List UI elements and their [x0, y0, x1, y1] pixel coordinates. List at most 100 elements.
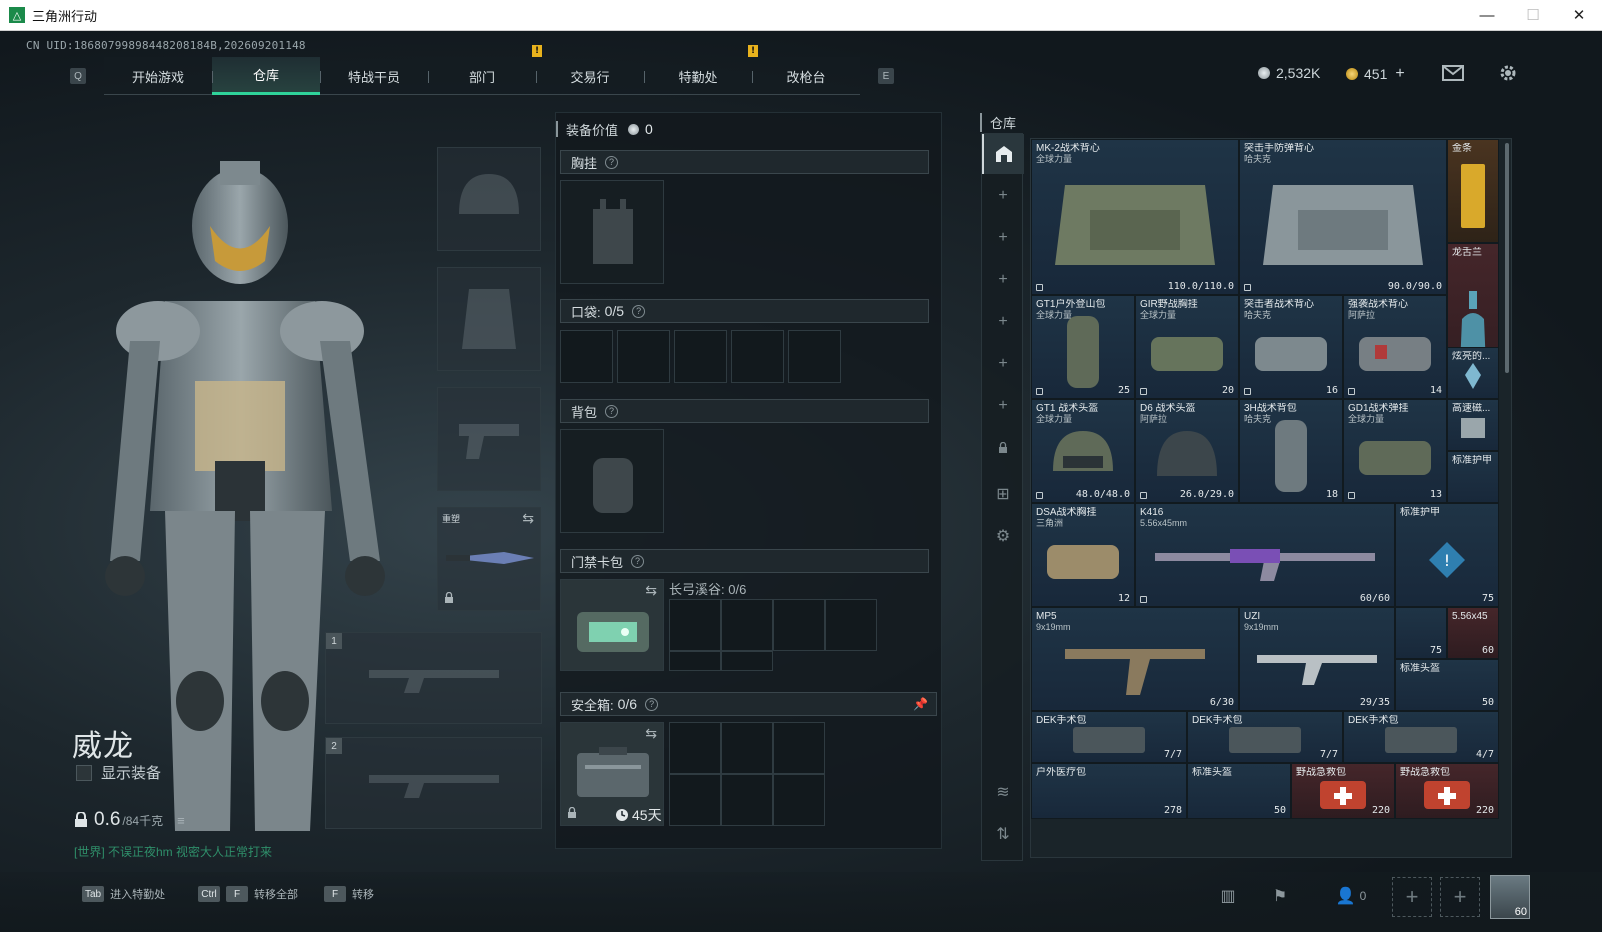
pocket-slot[interactable] — [731, 330, 784, 383]
hint-transfer-all[interactable]: Ctrl F 转移全部 — [198, 886, 298, 902]
tab-special-ops[interactable]: 特勤处 ! — [644, 45, 758, 95]
tab-gunsmith[interactable]: 改枪台 — [752, 57, 860, 95]
warehouse-item[interactable]: 标准护甲 — [1447, 451, 1499, 503]
keycard-pack-slot[interactable]: ⇆ — [560, 579, 664, 671]
primary-weapon-slot-1[interactable]: 1 — [325, 632, 542, 724]
warehouse-item[interactable]: 强袭战术背心 阿萨拉 14 — [1343, 295, 1447, 399]
pocket-slot[interactable] — [560, 330, 613, 383]
hint-transfer[interactable]: F 转移 — [324, 886, 374, 902]
squad-invite-slot[interactable]: + — [1392, 877, 1432, 917]
warehouse-item[interactable]: 突击手防弹背心 哈夫克 90.0/90.0 — [1239, 139, 1447, 295]
warehouse-item[interactable]: MP5 9x19mm 6/30 — [1031, 607, 1239, 711]
tab-warehouse[interactable]: 仓库 — [212, 57, 320, 95]
warehouse-item[interactable]: 标准头盔 50 — [1395, 659, 1499, 711]
warehouse-add-tab[interactable]: + — [982, 218, 1024, 258]
warehouse-item[interactable]: DEK手术包 4/7 — [1343, 711, 1499, 763]
world-chat-line[interactable]: [世界] 不误正夜hm 视密大人正常打来 — [74, 843, 272, 860]
nav-next-key[interactable]: E — [878, 68, 894, 84]
maximize-button[interactable]: ☐ — [1510, 0, 1556, 31]
pistol-slot[interactable] — [437, 387, 541, 491]
warehouse-settings-icon[interactable]: ⚙ — [982, 516, 1024, 556]
warehouse-item[interactable]: GIR野战胸挂 全球力量 20 — [1135, 295, 1239, 399]
layers-icon[interactable]: ≋ — [982, 772, 1024, 812]
close-button[interactable]: ✕ — [1556, 0, 1602, 31]
melee-swap-icon[interactable]: ⇆ — [522, 510, 534, 527]
flag-icon[interactable]: ⚑ — [1268, 884, 1292, 908]
safe-box-cell[interactable] — [773, 722, 825, 774]
weight-list-icon[interactable]: ≡ — [177, 813, 185, 828]
settings-gear-icon[interactable] — [1496, 61, 1520, 85]
pocket-slot[interactable] — [674, 330, 727, 383]
chest-rig-help-icon[interactable]: ? — [605, 155, 619, 169]
backpack-help-icon[interactable]: ? — [605, 404, 619, 418]
warehouse-locked-tab[interactable] — [982, 428, 1024, 468]
warehouse-item[interactable]: 野战急救包 220 — [1291, 763, 1395, 819]
pin-icon[interactable]: 📌 — [913, 697, 928, 711]
safe-box-cell[interactable] — [773, 774, 825, 826]
tab-operators[interactable]: 特战干员 — [320, 57, 428, 95]
warehouse-item[interactable]: DEK手术包 7/7 — [1031, 711, 1187, 763]
sort-icon[interactable]: ⇅ — [982, 814, 1024, 854]
primary-weapon-slot-2[interactable]: 2 — [325, 737, 542, 829]
warehouse-item[interactable]: DSA战术胸挂 三角洲 12 — [1031, 503, 1135, 607]
warehouse-item[interactable]: MK-2战术背心 全球力量 110.0/110.0 — [1031, 139, 1239, 295]
warehouse-add-tab[interactable]: + — [982, 176, 1024, 216]
warehouse-item[interactable]: 突击者战术背心 哈夫克 16 — [1239, 295, 1343, 399]
warehouse-item[interactable]: GT1户外登山包 全球力量 25 — [1031, 295, 1135, 399]
helmet-slot[interactable] — [437, 147, 541, 251]
warehouse-item[interactable]: 5.56x45 60 — [1447, 607, 1499, 659]
warehouse-item[interactable]: GD1战术弹挂 全球力量 13 — [1343, 399, 1447, 503]
warehouse-item[interactable]: D6 战术头盔 阿萨拉 26.0/29.0 — [1135, 399, 1239, 503]
show-equipment-toggle[interactable]: 显示装备 — [76, 762, 161, 783]
warehouse-item[interactable]: 3H战术背包 哈夫克 18 — [1239, 399, 1343, 503]
minimize-button[interactable]: — — [1464, 0, 1510, 31]
armor-slot[interactable] — [437, 267, 541, 371]
mail-icon[interactable] — [1441, 61, 1465, 85]
keycard-slot[interactable] — [721, 599, 773, 651]
warehouse-item[interactable]: UZI 9x19mm 29/35 — [1239, 607, 1395, 711]
keycard-slot[interactable] — [669, 599, 721, 651]
tab-market[interactable]: 交易行 — [536, 57, 644, 95]
show-equipment-checkbox[interactable] — [76, 764, 92, 781]
keycard-slot[interactable] — [773, 599, 825, 651]
warehouse-all-tab[interactable] — [982, 134, 1024, 174]
safe-box-swap-icon[interactable]: ⇆ — [645, 725, 657, 742]
warehouse-item[interactable]: 标准护甲 ! 75 — [1395, 503, 1499, 607]
player-avatar[interactable]: 60 — [1490, 875, 1530, 919]
warehouse-item[interactable]: 标准头盔 50 — [1187, 763, 1291, 819]
backpack-slot[interactable] — [560, 429, 664, 533]
warehouse-item[interactable]: 75 — [1395, 607, 1447, 659]
warehouse-item[interactable]: DEK手术包 7/7 — [1187, 711, 1343, 763]
warehouse-item[interactable]: K416 5.56x45mm 60/60 — [1135, 503, 1395, 607]
keycard-help-icon[interactable]: ? — [631, 554, 645, 568]
warehouse-item[interactable]: GT1 战术头盔 全球力量 48.0/48.0 — [1031, 399, 1135, 503]
keycard-swap-icon[interactable]: ⇆ — [645, 582, 657, 599]
safe-box-cell[interactable] — [721, 722, 773, 774]
safe-box-slot[interactable]: ⇆ 45天 — [560, 722, 664, 826]
stats-chart-icon[interactable]: ▥ — [1216, 884, 1240, 908]
warehouse-item[interactable]: 高速磁... — [1447, 399, 1499, 451]
pocket-slot[interactable] — [788, 330, 841, 383]
warehouse-add-tab[interactable]: + — [982, 344, 1024, 384]
safe-box-cell[interactable] — [669, 722, 721, 774]
tab-department[interactable]: 部门 ! — [428, 45, 542, 95]
hint-enter-special-ops[interactable]: Tab 进入特勤处 — [82, 886, 165, 902]
warehouse-add-tab[interactable]: + — [982, 260, 1024, 300]
expand-storage-icon[interactable]: ⊞ — [982, 474, 1024, 514]
chest-rig-slot[interactable] — [560, 180, 664, 284]
warehouse-item[interactable]: 炫亮的... — [1447, 347, 1499, 399]
warehouse-scrollbar[interactable] — [1505, 143, 1509, 373]
tab-start-game[interactable]: 开始游戏 — [104, 57, 212, 95]
safe-box-cell[interactable] — [721, 774, 773, 826]
keycard-slot[interactable] — [825, 599, 877, 651]
warehouse-add-tab[interactable]: + — [982, 386, 1024, 426]
keycard-slot[interactable] — [669, 651, 721, 671]
add-currency-button[interactable]: + — [1395, 65, 1404, 83]
warehouse-item[interactable]: 金条 — [1447, 139, 1499, 243]
safe-box-cell[interactable] — [669, 774, 721, 826]
pockets-help-icon[interactable]: ? — [632, 304, 646, 318]
friends-button[interactable]: 👤 0 — [1326, 884, 1376, 908]
keycard-slot[interactable] — [721, 651, 773, 671]
warehouse-item[interactable]: 户外医疗包 278 — [1031, 763, 1187, 819]
pocket-slot[interactable] — [617, 330, 670, 383]
